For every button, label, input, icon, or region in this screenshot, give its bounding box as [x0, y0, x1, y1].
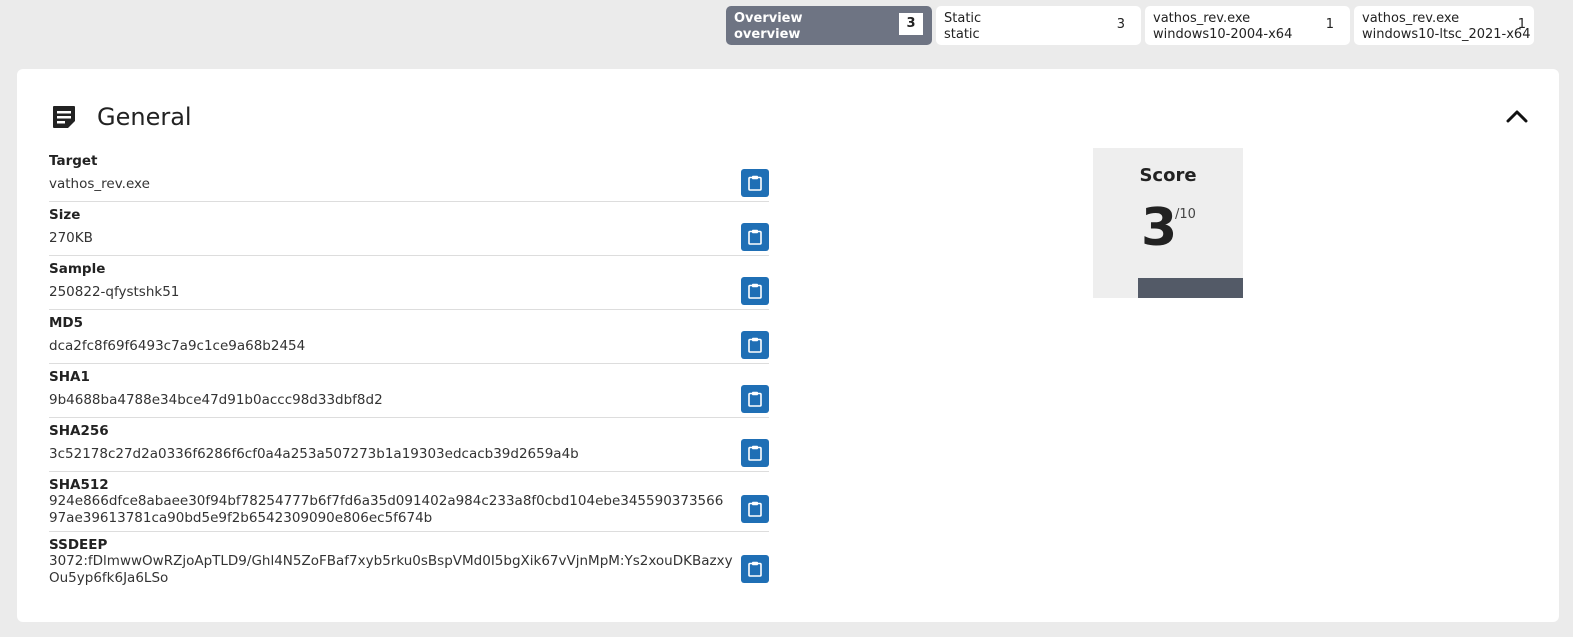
copy-button[interactable] [741, 439, 769, 467]
field-value[interactable]: 9b4688ba4788e34bce47d91b0accc98d33dbf8d2 [49, 392, 729, 409]
field-label: Size [49, 207, 81, 223]
tab-subtitle: windows10-2004-x64 [1153, 27, 1293, 42]
field-label: MD5 [49, 315, 84, 331]
tab-title: Overview [734, 11, 803, 26]
field-value[interactable]: 3c52178c27d2a0336f6286f6cf0a4a253a507273… [49, 446, 729, 463]
tab-subtitle: windows10-ltsc_2021-x64 [1362, 27, 1531, 42]
field-value[interactable]: 3072:fDlmwwOwRZjoApTLD9/Ghl4N5ZoFBaf7xyb… [49, 553, 733, 587]
copy-button[interactable] [741, 385, 769, 413]
field-value[interactable]: 250822-qfystshk51 [49, 284, 729, 301]
score-bar-fill [1138, 278, 1243, 298]
tab-count: 1 [1325, 17, 1334, 32]
field-value[interactable]: dca2fc8f69f6493c7a9c1ce9a68b2454 [49, 338, 729, 355]
copy-button[interactable] [741, 495, 769, 523]
field-sha256: SHA256 3c52178c27d2a0336f6286f6cf0a4a253… [49, 419, 769, 472]
copy-button[interactable] [741, 277, 769, 305]
tab-subtitle: overview [734, 27, 801, 42]
field-value[interactable]: vathos_rev.exe [49, 176, 729, 193]
tab-run-win10-ltsc[interactable]: vathos_rev.exe windows10-ltsc_2021-x64 1 [1354, 6, 1534, 45]
general-card: General Target vathos_rev.exe Size 270KB… [17, 69, 1559, 622]
field-label: SHA1 [49, 369, 90, 385]
chevron-up-icon[interactable] [1505, 105, 1529, 127]
tab-count: 1 [1517, 17, 1526, 32]
field-ssdeep: SSDEEP 3072:fDlmwwOwRZjoApTLD9/Ghl4N5ZoF… [49, 533, 769, 593]
score-max: /10 [1175, 207, 1196, 222]
tab-overview[interactable]: Overview overview 3 [726, 6, 932, 45]
field-label: Sample [49, 261, 106, 277]
tab-title: vathos_rev.exe [1153, 11, 1251, 26]
copy-button[interactable] [741, 169, 769, 197]
field-label: SHA256 [49, 423, 109, 439]
clipboard-icon [748, 501, 762, 517]
field-target: Target vathos_rev.exe [49, 149, 769, 202]
field-sha1: SHA1 9b4688ba4788e34bce47d91b0accc98d33d… [49, 365, 769, 418]
clipboard-icon [748, 175, 762, 191]
field-value[interactable]: 924e866dfce8abaee30f94bf78254777b6f7fd6a… [49, 493, 729, 527]
document-note-icon [53, 106, 75, 128]
clipboard-icon [748, 229, 762, 245]
tab-title: Static [944, 11, 982, 26]
copy-button[interactable] [741, 331, 769, 359]
tab-count-badge: 3 [899, 13, 923, 35]
card-header: General [51, 102, 192, 132]
tab-run-win10-2004[interactable]: vathos_rev.exe windows10-2004-x64 1 [1145, 6, 1350, 45]
score-value: 3 [1141, 198, 1178, 258]
clipboard-icon [748, 283, 762, 299]
field-md5: MD5 dca2fc8f69f6493c7a9c1ce9a68b2454 [49, 311, 769, 364]
copy-button[interactable] [741, 223, 769, 251]
field-size: Size 270KB [49, 203, 769, 256]
clipboard-icon [748, 337, 762, 353]
tab-static[interactable]: Static static 3 [936, 6, 1141, 45]
tab-title: vathos_rev.exe [1362, 11, 1460, 26]
section-title: General [97, 103, 192, 131]
clipboard-icon [748, 391, 762, 407]
copy-button[interactable] [741, 555, 769, 583]
score-bar [1138, 278, 1243, 298]
field-label: SSDEEP [49, 537, 108, 553]
score-label: Score [1139, 165, 1197, 186]
field-label: Target [49, 153, 98, 169]
field-label: SHA512 [49, 477, 109, 493]
tab-subtitle: static [944, 27, 980, 42]
score-panel: Score 3 /10 [1093, 148, 1243, 298]
tab-count: 3 [1116, 17, 1125, 32]
clipboard-icon [748, 445, 762, 461]
clipboard-icon [748, 561, 762, 577]
field-sample: Sample 250822-qfystshk51 [49, 257, 769, 310]
field-sha512: SHA512 924e866dfce8abaee30f94bf78254777b… [49, 473, 769, 532]
field-value[interactable]: 270KB [49, 230, 729, 247]
